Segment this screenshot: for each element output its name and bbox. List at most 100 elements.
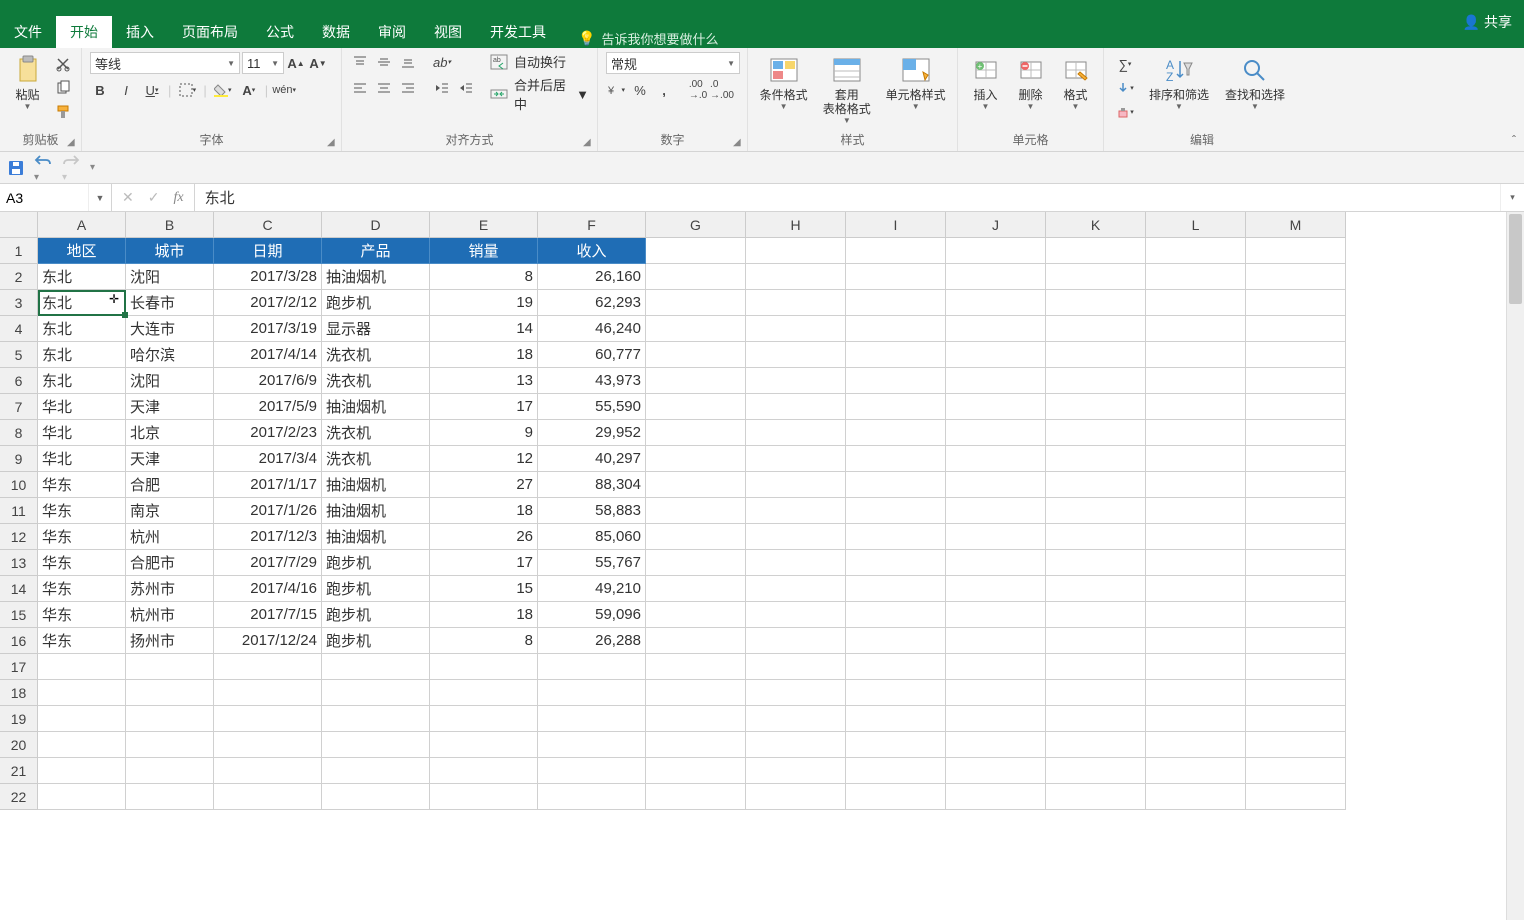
cell[interactable] [1046,342,1146,368]
cell[interactable] [1146,420,1246,446]
cell[interactable]: 26 [430,524,538,550]
column-header[interactable]: L [1146,212,1246,238]
cell[interactable]: 88,304 [538,472,646,498]
cell[interactable] [214,784,322,810]
cell[interactable] [746,316,846,342]
font-size-select[interactable]: 11▼ [242,52,284,74]
cell[interactable] [126,680,214,706]
cell[interactable] [126,758,214,784]
scrollbar-thumb[interactable] [1509,214,1522,304]
cell[interactable]: 东北 [38,342,126,368]
cell[interactable]: 58,883 [538,498,646,524]
cell[interactable] [646,576,746,602]
cell[interactable]: 46,240 [538,316,646,342]
row-header[interactable]: 17 [0,654,38,680]
cell[interactable]: 8 [430,264,538,290]
cell[interactable] [1146,368,1246,394]
row-header[interactable]: 2 [0,264,38,290]
cell[interactable] [646,290,746,316]
cell[interactable]: 华北 [38,446,126,472]
cell[interactable] [1046,758,1146,784]
cell[interactable] [746,342,846,368]
cell[interactable]: 2017/6/9 [214,368,322,394]
row-header[interactable]: 14 [0,576,38,602]
cell[interactable]: 2017/2/12 [214,290,322,316]
column-header[interactable]: E [430,212,538,238]
name-box-input[interactable] [0,184,88,211]
format-cells-button[interactable]: 格式 ▼ [1056,52,1095,111]
column-header[interactable]: D [322,212,430,238]
row-header[interactable]: 13 [0,550,38,576]
cell[interactable] [1046,290,1146,316]
cell[interactable] [1046,394,1146,420]
italic-button[interactable]: I [116,80,136,100]
cell[interactable]: 华东 [38,550,126,576]
cell[interactable] [1146,654,1246,680]
find-select-button[interactable]: 查找和选择 ▼ [1220,52,1290,111]
cell[interactable]: 2017/4/14 [214,342,322,368]
cut-button[interactable] [53,54,73,74]
cell[interactable] [1146,394,1246,420]
cell[interactable]: 26,288 [538,628,646,654]
cell[interactable] [1246,654,1346,680]
cell[interactable] [946,238,1046,264]
row-header[interactable]: 11 [0,498,38,524]
name-box[interactable]: ▼ [0,184,112,211]
cell[interactable] [646,654,746,680]
cell[interactable]: 85,060 [538,524,646,550]
cell[interactable] [846,472,946,498]
cell[interactable] [646,446,746,472]
cell[interactable] [746,680,846,706]
cell[interactable] [646,550,746,576]
cell[interactable]: 55,767 [538,550,646,576]
cell[interactable] [1146,784,1246,810]
autosum-button[interactable]: ∑▾ [1112,54,1138,74]
cell[interactable] [846,264,946,290]
cell[interactable] [946,446,1046,472]
cell[interactable] [946,784,1046,810]
cell[interactable]: 洗衣机 [322,420,430,446]
ribbon-tab-8[interactable]: 开发工具 [476,16,560,48]
cell[interactable] [1146,524,1246,550]
cell[interactable] [946,290,1046,316]
cell[interactable] [646,784,746,810]
cell[interactable]: 天津 [126,446,214,472]
cell[interactable]: 17 [430,550,538,576]
font-color-button[interactable]: A▾ [239,80,259,100]
align-center-button[interactable] [374,78,394,98]
cell[interactable] [1146,732,1246,758]
column-header[interactable]: I [846,212,946,238]
cell[interactable]: 9 [430,420,538,446]
row-header[interactable]: 6 [0,368,38,394]
cell[interactable] [646,498,746,524]
cell[interactable] [646,472,746,498]
cell[interactable]: 49,210 [538,576,646,602]
cell[interactable] [946,732,1046,758]
cell[interactable]: 抽油烟机 [322,394,430,420]
font-launcher[interactable]: ◢ [327,137,339,149]
cell[interactable] [38,680,126,706]
enter-formula-button[interactable]: ✓ [148,189,160,206]
cell[interactable]: 华东 [38,628,126,654]
cell[interactable] [322,758,430,784]
cell[interactable] [38,732,126,758]
cell[interactable]: 洗衣机 [322,446,430,472]
cell[interactable] [1046,784,1146,810]
cell[interactable] [1246,290,1346,316]
cell[interactable] [1046,238,1146,264]
cell[interactable] [214,654,322,680]
cell[interactable] [538,706,646,732]
cell[interactable] [846,238,946,264]
cell[interactable] [430,706,538,732]
row-header[interactable]: 8 [0,420,38,446]
cell[interactable] [214,732,322,758]
cell[interactable] [846,576,946,602]
cell[interactable] [846,498,946,524]
cell[interactable]: 29,952 [538,420,646,446]
cell[interactable]: 12 [430,446,538,472]
cell[interactable]: 杭州 [126,524,214,550]
cell[interactable] [1246,420,1346,446]
cell[interactable] [646,420,746,446]
cell[interactable]: 跑步机 [322,602,430,628]
cell[interactable] [746,576,846,602]
